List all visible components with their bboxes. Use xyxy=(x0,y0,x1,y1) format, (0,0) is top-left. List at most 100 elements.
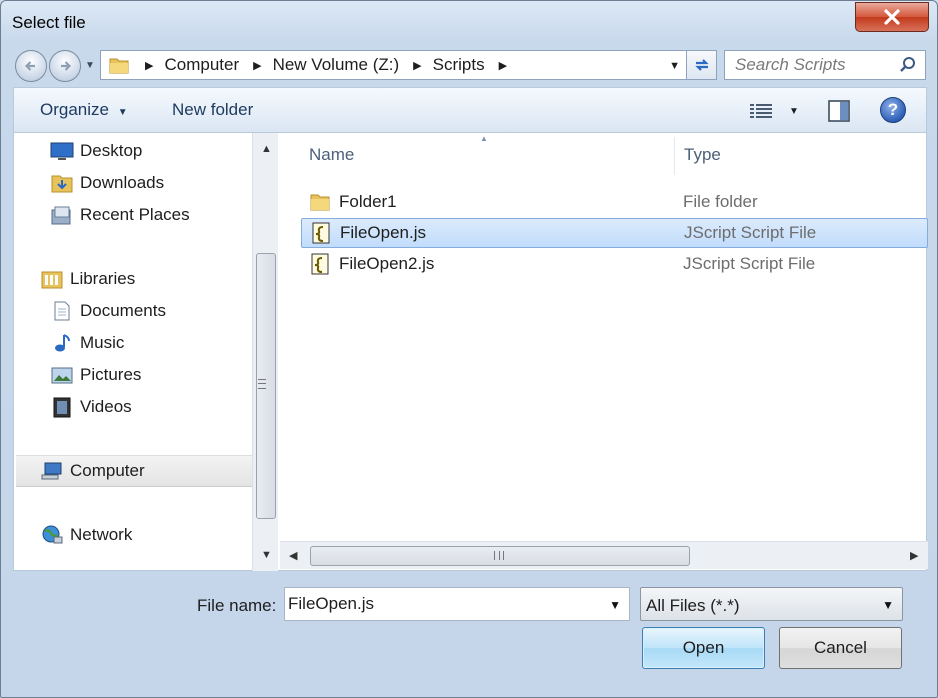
nav-item-label: Videos xyxy=(80,397,132,416)
forward-arrow-icon xyxy=(61,61,72,71)
file-list-horizontal-scrollbar[interactable]: ◀ ▶ xyxy=(280,541,928,569)
music-icon xyxy=(55,334,70,352)
nav-item-downloads[interactable]: Downloads xyxy=(50,169,164,197)
jscript-file-icon xyxy=(312,222,330,244)
breadcrumb: ▶ Computer ▶ New Volume (Z:) ▶ Scripts ▶ xyxy=(131,51,518,79)
refresh-icon xyxy=(694,59,709,71)
nav-item-computer[interactable]: Computer xyxy=(40,457,145,485)
column-divider[interactable] xyxy=(674,137,675,175)
file-name: Folder1 xyxy=(339,192,397,211)
select-file-dialog: Select file ▼ ▶ Computer ▶ New Volume (Z… xyxy=(0,0,938,698)
search-icon[interactable] xyxy=(899,56,917,74)
grip-icon xyxy=(258,379,266,389)
chevron-down-icon: ▼ xyxy=(882,598,894,612)
file-list-pane: ▲ Name Type Folder1 File folder FileOpen… xyxy=(280,133,928,571)
nav-item-label: Network xyxy=(70,525,133,544)
open-button[interactable]: Open xyxy=(642,627,765,669)
file-name-label: File name: xyxy=(197,596,277,615)
file-name-combo: ▼ xyxy=(284,587,630,621)
scroll-down-icon[interactable]: ▼ xyxy=(261,549,272,561)
desktop-icon xyxy=(50,142,74,160)
search-box xyxy=(724,50,926,80)
videos-icon xyxy=(53,397,71,418)
nav-item-label: Desktop xyxy=(80,141,143,160)
chevron-down-icon[interactable]: ▼ xyxy=(609,598,621,612)
address-bar[interactable]: ▶ Computer ▶ New Volume (Z:) ▶ Scripts ▶… xyxy=(100,50,687,80)
file-row[interactable]: FileOpen2.js JScript Script File xyxy=(301,249,928,279)
file-type: JScript Script File xyxy=(683,254,816,273)
dialog-title: Select file xyxy=(12,13,86,32)
nav-item-label: Downloads xyxy=(80,173,165,192)
cancel-button[interactable]: Cancel xyxy=(779,627,902,669)
chevron-down-icon: ▼ xyxy=(789,105,799,117)
details-view-icon xyxy=(750,104,772,118)
breadcrumb-separator-icon[interactable]: ▶ xyxy=(253,59,261,72)
preview-pane-button[interactable] xyxy=(826,98,852,124)
help-button[interactable]: ? xyxy=(880,97,906,123)
navigation-pane: Desktop Downloads Recent Places Librarie… xyxy=(14,133,278,571)
downloads-folder-icon xyxy=(51,175,73,193)
jscript-file-icon xyxy=(311,253,329,275)
nav-item-music[interactable]: Music xyxy=(50,329,124,357)
close-button[interactable] xyxy=(855,2,929,32)
breadcrumb-new-volume[interactable]: New Volume (Z:) xyxy=(273,55,400,75)
nav-item-label: Libraries xyxy=(70,269,136,288)
navigation-row: ▼ ▶ Computer ▶ New Volume (Z:) ▶ Scripts… xyxy=(1,45,937,85)
title-bar: Select file xyxy=(1,1,937,45)
new-folder-button[interactable]: New folder xyxy=(172,100,253,120)
grip-icon xyxy=(494,551,504,560)
folder-icon xyxy=(310,194,330,211)
computer-icon xyxy=(41,462,62,480)
breadcrumb-scripts[interactable]: Scripts xyxy=(433,55,485,75)
column-header-type[interactable]: Type xyxy=(684,133,721,177)
close-icon xyxy=(884,9,900,25)
nav-item-desktop[interactable]: Desktop xyxy=(50,137,142,165)
sort-ascending-icon: ▲ xyxy=(480,134,488,143)
breadcrumb-separator-icon[interactable]: ▶ xyxy=(145,59,153,72)
breadcrumb-separator-icon[interactable]: ▶ xyxy=(413,59,421,72)
nav-item-libraries[interactable]: Libraries xyxy=(40,265,135,293)
browser-area: Desktop Downloads Recent Places Librarie… xyxy=(13,133,928,571)
pictures-icon xyxy=(51,367,73,384)
dialog-footer: File name: ▼ All Files (*.*) ▼ Open Canc… xyxy=(1,571,937,697)
forward-button[interactable] xyxy=(49,50,81,82)
column-header-name[interactable]: Name xyxy=(309,133,354,177)
back-button[interactable] xyxy=(15,50,47,82)
scroll-left-icon[interactable]: ◀ xyxy=(289,549,297,562)
nav-item-pictures[interactable]: Pictures xyxy=(50,361,141,389)
file-name-input[interactable] xyxy=(288,588,598,620)
breadcrumb-separator-icon[interactable]: ▶ xyxy=(499,59,507,72)
documents-icon xyxy=(54,301,70,321)
organize-button[interactable]: Organize ▼ xyxy=(40,100,128,120)
organize-label: Organize xyxy=(40,100,109,119)
recent-places-icon xyxy=(51,206,71,225)
search-input[interactable] xyxy=(725,51,895,79)
filter-value: All Files (*.*) xyxy=(646,596,740,615)
nav-vertical-scrollbar[interactable]: ▲ ▼ xyxy=(252,133,278,571)
scroll-right-icon[interactable]: ▶ xyxy=(910,549,918,562)
breadcrumb-computer[interactable]: Computer xyxy=(164,55,239,75)
address-dropdown-icon[interactable]: ▼ xyxy=(669,60,680,72)
file-row[interactable]: Folder1 File folder xyxy=(301,187,928,217)
chevron-down-icon: ▼ xyxy=(117,107,128,118)
file-name: FileOpen.js xyxy=(340,223,426,242)
recent-locations-dropdown-icon[interactable]: ▼ xyxy=(85,60,95,71)
folder-icon xyxy=(109,58,129,74)
file-type: JScript Script File xyxy=(684,223,817,242)
nav-item-label: Computer xyxy=(70,461,145,480)
file-name: FileOpen2.js xyxy=(339,254,435,273)
nav-item-network[interactable]: Network xyxy=(40,521,132,549)
back-arrow-icon xyxy=(24,61,35,71)
change-view-button[interactable]: ▼ xyxy=(749,98,799,124)
file-row-selected[interactable]: FileOpen.js JScript Script File xyxy=(301,218,928,248)
nav-item-documents[interactable]: Documents xyxy=(50,297,166,325)
network-icon xyxy=(42,525,63,544)
file-type: File folder xyxy=(683,192,758,211)
nav-item-videos[interactable]: Videos xyxy=(50,393,132,421)
nav-item-recent-places[interactable]: Recent Places xyxy=(50,201,190,229)
nav-item-label: Music xyxy=(80,333,125,352)
scroll-up-icon[interactable]: ▲ xyxy=(261,143,272,155)
refresh-button[interactable] xyxy=(687,50,717,80)
file-type-filter-select[interactable]: All Files (*.*) ▼ xyxy=(640,587,903,621)
command-toolbar: Organize ▼ New folder ▼ ? xyxy=(13,87,927,133)
